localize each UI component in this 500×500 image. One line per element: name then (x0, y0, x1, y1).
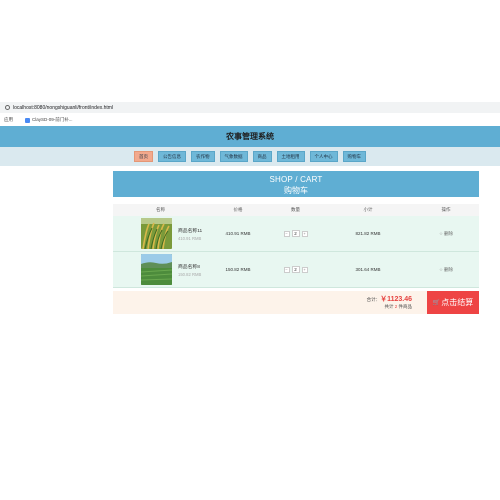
delete-icon: ☆ (438, 230, 444, 236)
col-header-action: 操作 (441, 207, 451, 212)
bookmark-item[interactable]: ClaySD-09-前门补... (32, 117, 73, 123)
nav-item-announcements[interactable]: 公告信息 (158, 151, 186, 162)
cart-total: 合计：￥1123.46 (367, 294, 412, 304)
product-image[interactable] (141, 218, 172, 249)
product-cell: 商品名称11 410.91 RMB (113, 218, 208, 249)
url-text[interactable]: localhost:8080/nongshiguanli/front/index… (13, 105, 113, 111)
bookmarks-bar: 应用 ClaySD-09-前门补... (0, 114, 500, 126)
nav-item-crops[interactable]: 农作物 (191, 151, 215, 162)
cart-table-header: 名称 价格 数量 小计 操作 (113, 204, 479, 216)
total-amount: ￥1123.46 (380, 296, 412, 303)
quantity-stepper: − 2 + (268, 266, 323, 273)
nav-item-weather[interactable]: 气象数据 (219, 151, 248, 162)
table-row: 商品名称11 410.91 RMB 410.91 RMB − 2 + 821.8… (113, 216, 479, 252)
nav-item-cart[interactable]: 购物车 (342, 151, 366, 162)
col-header-price: 价格 (233, 207, 243, 212)
product-info: 商品名称11 410.91 RMB (178, 227, 202, 241)
product-unit-price: 150.82 RMB (178, 271, 202, 277)
product-unit-price: 410.91 RMB (178, 235, 202, 241)
site-title: 农事管理系统 (0, 126, 500, 147)
quantity-input[interactable]: 2 (291, 266, 300, 273)
delete-button[interactable]: ☆ 删除 (413, 267, 479, 273)
delete-label[interactable]: 删除 (444, 267, 453, 273)
nav-item-profile[interactable]: 个人中心 (309, 151, 338, 162)
product-image[interactable] (141, 254, 172, 285)
quantity-input[interactable]: 2 (291, 230, 300, 237)
checkout-label[interactable]: 点击结算 (441, 297, 473, 308)
main-nav: 首页 公告信息 农作物 气象数据 商品 土地租用 个人中心 购物车 (0, 147, 500, 166)
price-cell: 410.91 RMB (225, 231, 251, 236)
col-header-quantity: 数量 (291, 207, 300, 212)
bookmarks-apps-link[interactable]: 应用 (4, 117, 13, 123)
product-name[interactable]: 商品名称8 (178, 263, 201, 270)
count-value: 2 (394, 304, 398, 309)
price-cell: 150.82 RMB (225, 267, 251, 272)
product-cell: 商品名称8 150.82 RMB (113, 254, 208, 285)
nav-item-land-rent[interactable]: 土地租用 (276, 151, 305, 162)
subtotal-cell: 301.64 RMB (355, 267, 381, 272)
increase-button[interactable]: + (301, 266, 308, 273)
count-prefix: 共计 (384, 304, 394, 309)
table-row: 商品名称8 150.82 RMB 150.82 RMB − 2 + 301.64… (113, 252, 479, 288)
count-suffix: 件商品 (398, 304, 413, 309)
delete-label[interactable]: 删除 (444, 231, 453, 237)
cart-footer: 合计：￥1123.46 共计 2 件商品 🛒 点击结算 (113, 291, 479, 314)
decrease-button[interactable]: − (283, 266, 290, 273)
cart-icon: 🛒 (432, 300, 441, 306)
col-header-name: 名称 (156, 207, 165, 212)
product-name[interactable]: 商品名称11 (178, 227, 202, 234)
delete-button[interactable]: ☆ 删除 (413, 231, 479, 237)
nav-item-home[interactable]: 首页 (134, 151, 153, 162)
col-header-subtotal: 小计 (363, 207, 373, 212)
subtotal-cell: 821.82 RMB (355, 231, 381, 236)
info-icon[interactable] (5, 105, 10, 110)
item-count: 共计 2 件商品 (384, 304, 412, 310)
total-label: 合计： (366, 297, 381, 302)
checkout-button[interactable]: 🛒 点击结算 (427, 291, 479, 314)
nav-item-goods[interactable]: 商品 (252, 151, 272, 162)
cart-table: 名称 价格 数量 小计 操作 商品名称11 410.91 RMB 410.91 … (113, 204, 479, 288)
cart-header: SHOP / CART 购物车 (113, 171, 479, 197)
bookmark-favicon-icon (25, 117, 30, 123)
product-info: 商品名称8 150.82 RMB (178, 263, 201, 277)
decrease-button[interactable]: − (283, 230, 290, 237)
quantity-stepper: − 2 + (268, 230, 323, 237)
increase-button[interactable]: + (301, 230, 308, 237)
address-bar[interactable]: localhost:8080/nongshiguanli/front/index… (0, 102, 500, 113)
cart-title-cn: 购物车 (284, 186, 308, 195)
cart-title-en: SHOP / CART (269, 175, 323, 184)
delete-icon: ☆ (438, 266, 444, 272)
